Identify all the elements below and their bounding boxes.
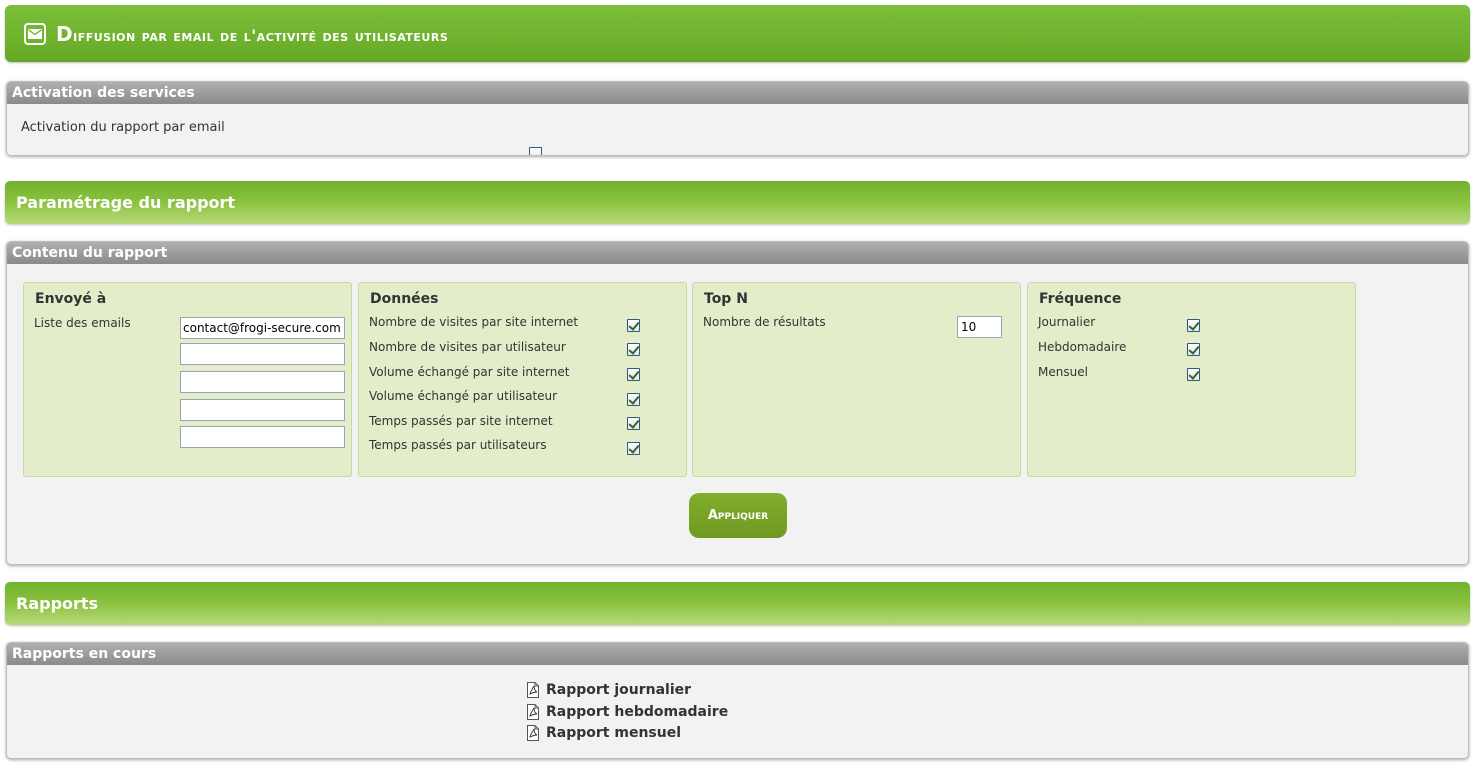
activation-panel-header: Activation des services	[7, 82, 1468, 104]
donnees-box: Données Nombre de visites par site inter…	[358, 282, 687, 477]
email-input-1[interactable]	[180, 317, 345, 339]
frequence-checkbox[interactable]	[1187, 319, 1200, 332]
donnees-checkbox[interactable]	[627, 442, 640, 455]
donnees-checkbox[interactable]	[627, 368, 640, 381]
page-title: Diffusion par email de l'activité des ut…	[56, 21, 449, 46]
page-title-bar: Diffusion par email de l'activité des ut…	[5, 5, 1470, 62]
apply-button[interactable]: Appliquer	[689, 493, 787, 538]
rapports-section-bar: Rapports	[5, 582, 1470, 625]
donnees-checkbox[interactable]	[627, 393, 640, 406]
email-input-5[interactable]	[180, 426, 345, 448]
pdf-icon	[527, 682, 539, 698]
contenu-panel-header: Contenu du rapport	[7, 242, 1468, 264]
pdf-icon	[527, 704, 539, 720]
donnees-title: Données	[370, 291, 439, 307]
rapports-panel-header: Rapports en cours	[7, 643, 1468, 665]
donnees-label: Temps passés par site internet	[369, 414, 553, 428]
donnees-label: Nombre de visites par utilisateur	[369, 340, 566, 354]
topn-box: Top N Nombre de résultats	[692, 282, 1021, 477]
topn-input[interactable]	[957, 316, 1002, 338]
email-list-label: Liste des emails	[34, 316, 131, 330]
rapports-panel: Rapports en cours Rapport journalier Rap…	[6, 642, 1469, 759]
envoye-title: Envoyé à	[35, 291, 107, 307]
parametrage-section-bar: Paramétrage du rapport	[5, 181, 1470, 224]
envoye-box: Envoyé à Liste des emails	[23, 282, 352, 477]
frequence-title: Fréquence	[1039, 291, 1122, 307]
email-input-2[interactable]	[180, 343, 345, 365]
donnees-label: Nombre de visites par site internet	[369, 315, 579, 329]
frequence-label: Mensuel	[1038, 365, 1088, 379]
report-link-mensuel[interactable]: Rapport mensuel	[525, 725, 681, 741]
donnees-label: Volume échangé par site internet	[369, 365, 570, 379]
frequence-checkbox[interactable]	[1187, 368, 1200, 381]
envelope-icon	[24, 22, 46, 45]
topn-title: Top N	[704, 291, 748, 307]
report-link-hebdomadaire[interactable]: Rapport hebdomadaire	[525, 704, 728, 720]
report-link-journalier[interactable]: Rapport journalier	[525, 682, 691, 698]
frequence-box: Fréquence Journalier Hebdomadaire Mensue…	[1027, 282, 1356, 477]
donnees-label: Volume échangé par utilisateur	[369, 389, 558, 403]
contenu-panel: Contenu du rapport Envoyé à Liste des em…	[6, 241, 1469, 565]
email-input-4[interactable]	[180, 399, 345, 421]
email-input-3[interactable]	[180, 371, 345, 393]
donnees-checkbox[interactable]	[627, 343, 640, 356]
donnees-checkbox[interactable]	[627, 319, 640, 332]
report-link-label: Rapport hebdomadaire	[546, 704, 729, 720]
report-link-label: Rapport mensuel	[546, 725, 682, 741]
donnees-label: Temps passés par utilisateurs	[369, 438, 547, 452]
frequence-checkbox[interactable]	[1187, 343, 1200, 356]
activation-checkbox[interactable]	[529, 147, 542, 155]
frequence-label: Journalier	[1038, 315, 1096, 329]
topn-label: Nombre de résultats	[703, 315, 826, 329]
donnees-checkbox[interactable]	[627, 417, 640, 430]
report-link-label: Rapport journalier	[546, 682, 692, 698]
activation-panel: Activation des services Activation du ra…	[6, 81, 1469, 156]
pdf-icon	[527, 725, 539, 741]
activation-label: Activation du rapport par email	[21, 120, 225, 135]
frequence-label: Hebdomadaire	[1038, 340, 1127, 354]
